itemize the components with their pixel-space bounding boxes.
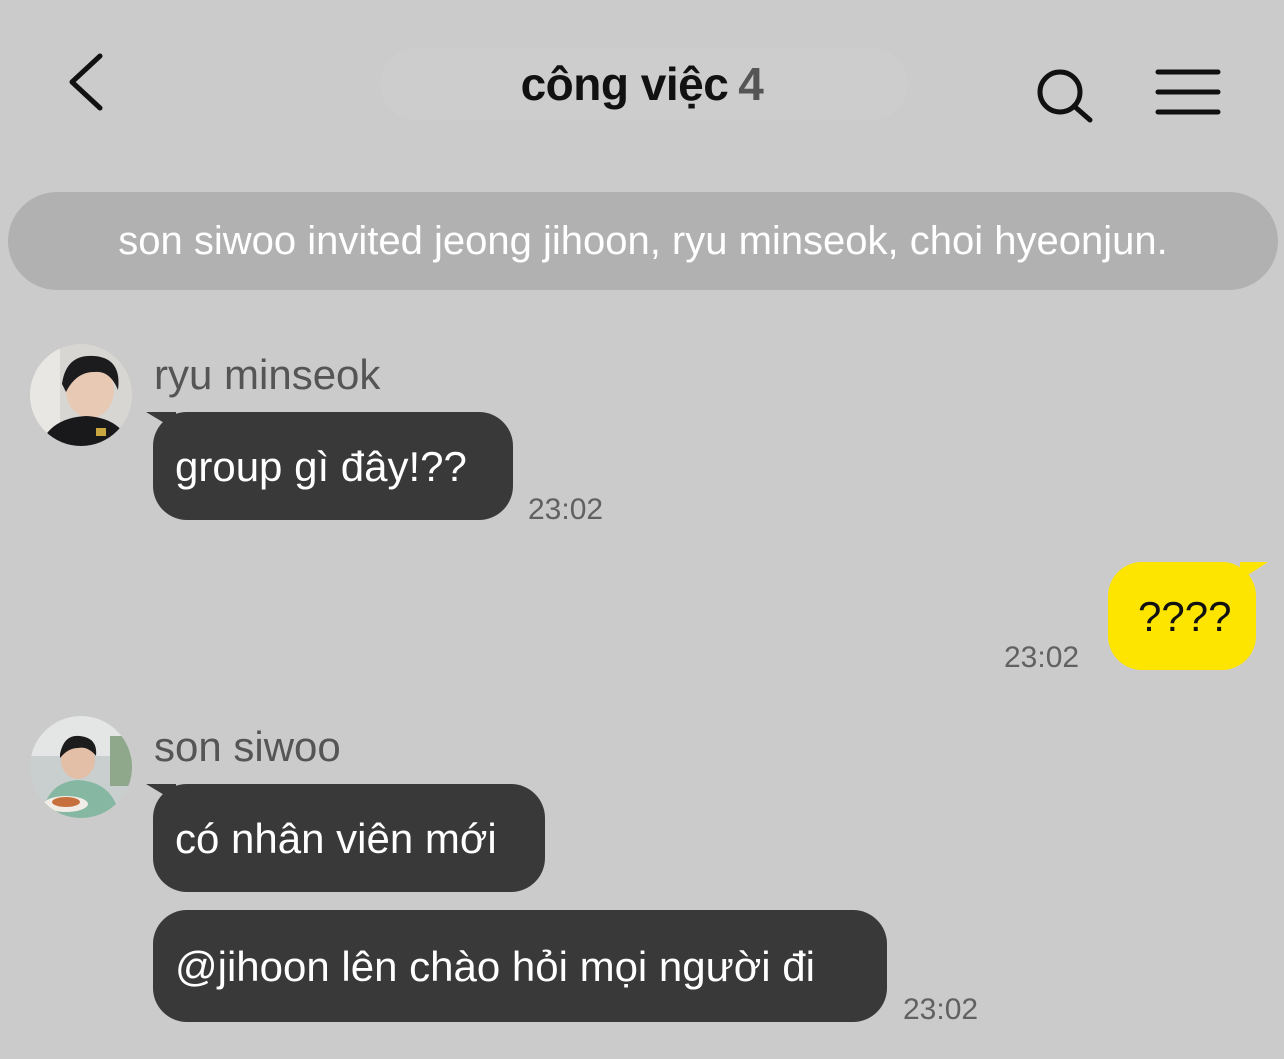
- system-notice: son siwoo invited jeong jihoon, ryu mins…: [8, 192, 1278, 290]
- message-bubble[interactable]: group gì đây!??: [153, 412, 513, 520]
- chat-title-name: công việc: [520, 58, 729, 110]
- message-bubble[interactable]: @jihoon lên chào hỏi mọi người đi: [153, 910, 887, 1022]
- avatar-ryu-minseok-image: [30, 344, 132, 446]
- sender-name: son siwoo: [154, 723, 341, 770]
- message-bubble-outgoing[interactable]: ????: [1108, 562, 1256, 670]
- message-text: có nhân viên mới: [175, 815, 497, 862]
- chat-header: công việc 4: [0, 0, 1284, 170]
- member-count: 4: [738, 58, 764, 110]
- message-text: @jihoon lên chào hỏi mọi người đi: [175, 943, 815, 990]
- sender-name: ryu minseok: [154, 351, 381, 398]
- message-time: 23:02: [903, 993, 979, 1026]
- message-time: 23:02: [1004, 641, 1080, 674]
- menu-button[interactable]: [1152, 62, 1224, 122]
- search-button[interactable]: [1030, 62, 1100, 132]
- message-time: 23:02: [528, 493, 604, 526]
- search-icon: [1037, 69, 1093, 123]
- message-bubble[interactable]: có nhân viên mới: [153, 784, 545, 892]
- message-text: group gì đây!??: [175, 443, 467, 490]
- avatar[interactable]: [30, 344, 132, 446]
- avatar[interactable]: [30, 716, 132, 818]
- hamburger-menu-icon: [1155, 69, 1221, 115]
- message-text: ????: [1138, 593, 1232, 640]
- avatar-son-siwoo-image: [30, 716, 132, 818]
